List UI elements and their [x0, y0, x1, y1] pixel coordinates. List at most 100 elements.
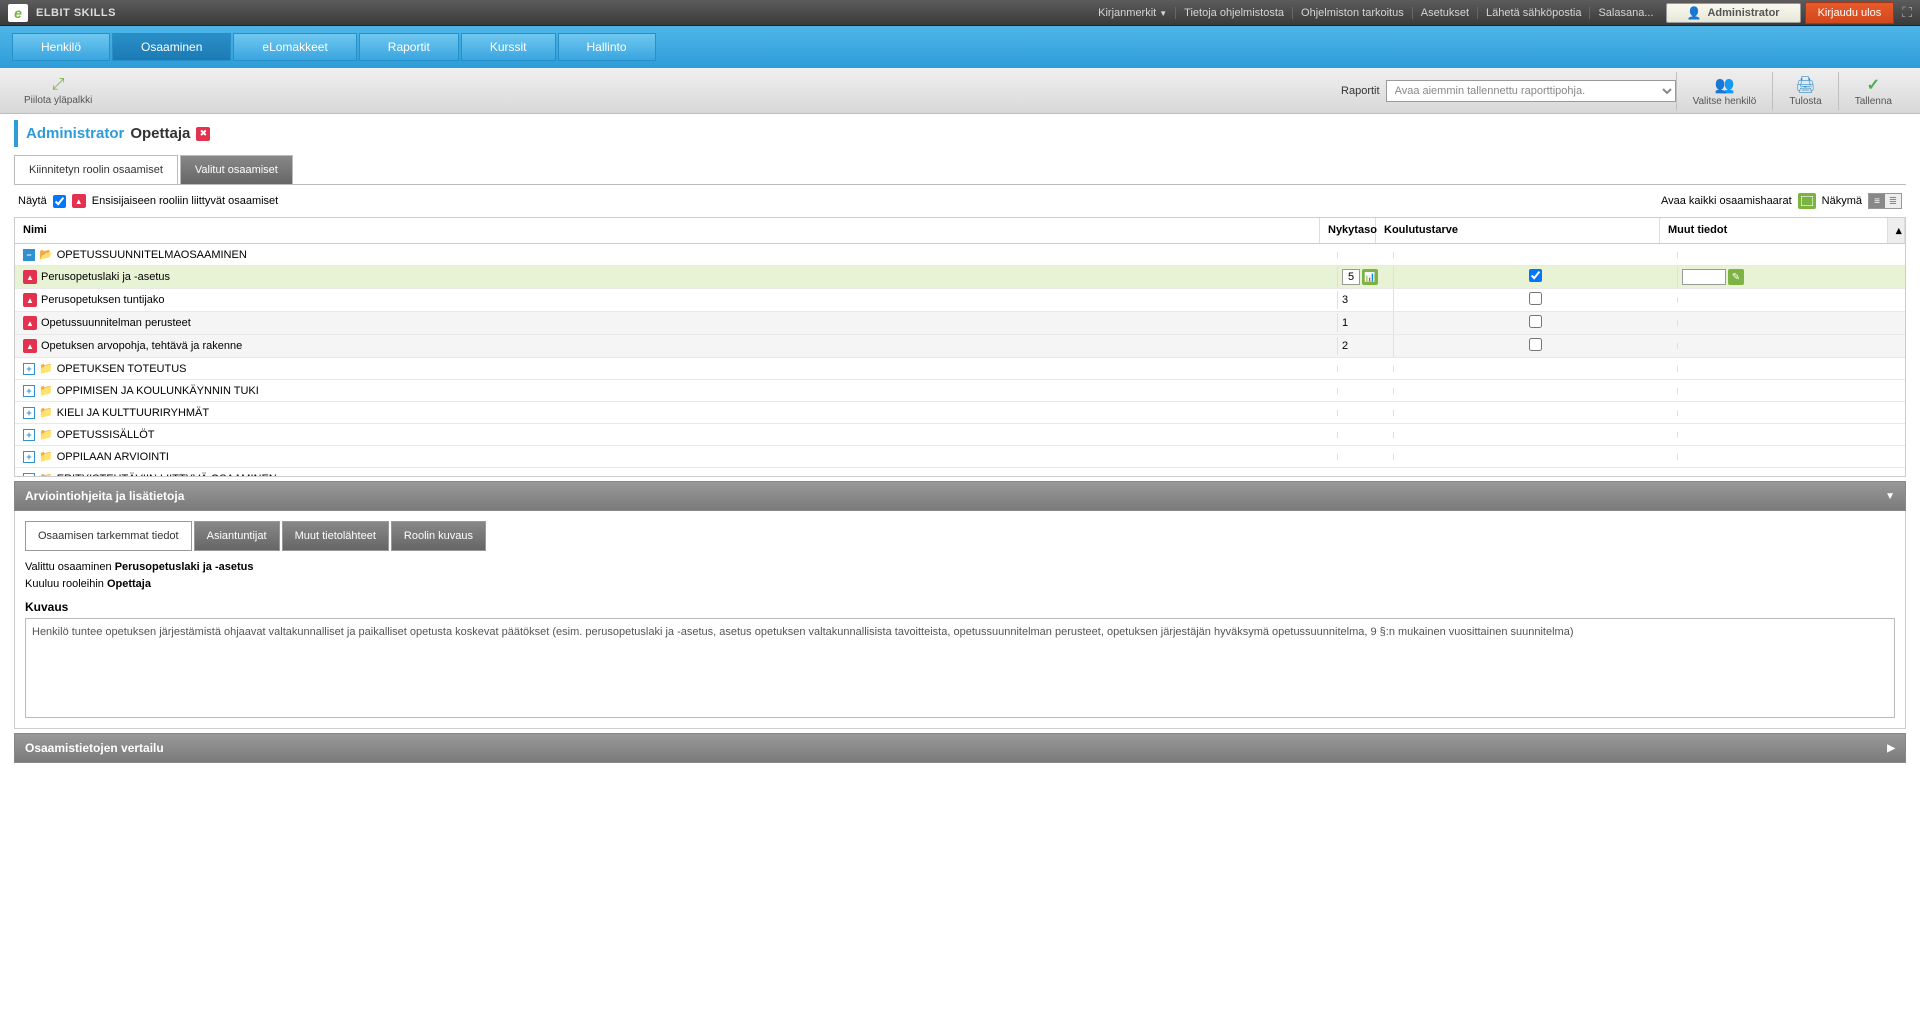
hide-topbar-label: Piilota yläpalkki	[24, 95, 92, 106]
panel-arviointi-header[interactable]: Arviointiohjeita ja lisätietoja ▼	[14, 481, 1906, 511]
view-list-icon[interactable]: ≡	[1869, 194, 1885, 208]
folder-icon: 📁	[39, 428, 53, 441]
item-badge-icon: ▲	[23, 316, 37, 330]
need-checkbox[interactable]	[1529, 269, 1542, 282]
expand-icon[interactable]: +	[23, 385, 35, 397]
link-password[interactable]: Salasana...	[1590, 7, 1661, 19]
tallenna-label: Tallenna	[1855, 96, 1892, 107]
expand-icon[interactable]: +	[23, 429, 35, 441]
item-label: Opetussuunnitelman perusteet	[41, 317, 191, 329]
expand-icon[interactable]: +	[23, 407, 35, 419]
panel-vertailu-header[interactable]: Osaamistietojen vertailu ▶	[14, 733, 1906, 763]
expand-icon[interactable]: +	[23, 473, 35, 477]
valitse-henkilo-label: Valitse henkilö	[1693, 96, 1757, 107]
tab-kurssit[interactable]: Kurssit	[461, 33, 556, 61]
level-value: 3	[1342, 294, 1348, 306]
chart-icon[interactable]: 📊	[1362, 269, 1378, 285]
tree-header: Nimi Nykytaso Koulutustarve Muut tiedot …	[15, 218, 1905, 244]
tree-body[interactable]: − 📂 OPETUSSUUNNITELMAOSAAMINEN ▲ Perusop…	[15, 244, 1905, 476]
tallenna-button[interactable]: ✓ Tallenna	[1838, 72, 1908, 110]
folder-open-icon: 📂	[39, 248, 53, 261]
raportit-select[interactable]: Avaa aiemmin tallennettu raporttipohja.	[1386, 80, 1676, 102]
selected-value: Perusopetuslaki ja -asetus	[115, 561, 254, 573]
tree-group-row[interactable]: − 📂 OPETUSSUUNNITELMAOSAAMINEN	[15, 244, 1905, 266]
tree-group-row[interactable]: +📁OPPIMISEN JA KOULUNKÄYNNIN TUKI	[15, 380, 1905, 402]
view-grid-icon[interactable]: ≣	[1885, 194, 1901, 208]
link-purpose[interactable]: Ohjelmiston tarkoitus	[1293, 7, 1413, 19]
collapse-icon: ⤢	[52, 76, 65, 94]
detail-tabs: Osaamisen tarkemmat tiedot Asiantuntijat…	[25, 521, 1895, 551]
col-koulutustarve: Koulutustarve	[1376, 218, 1660, 243]
col-nykytaso: Nykytaso	[1320, 218, 1376, 243]
app-title: ELBIT SKILLS	[36, 7, 116, 19]
tree-group-row[interactable]: + 📁 OPPILAAN ARVIOINTI	[15, 446, 1905, 468]
tree-item-row[interactable]: ▲ Opetuksen arvopohja, tehtävä ja rakenn…	[15, 335, 1905, 358]
item-label: Opetuksen arvopohja, tehtävä ja rakenne	[41, 340, 242, 352]
col-nimi: Nimi	[15, 218, 1320, 243]
tab-raportit[interactable]: Raportit	[359, 33, 459, 61]
need-checkbox[interactable]	[1529, 338, 1542, 351]
panel-title: Osaamistietojen vertailu	[25, 741, 164, 755]
need-checkbox[interactable]	[1529, 292, 1542, 305]
tab-henkilo[interactable]: Henkilö	[12, 33, 110, 61]
edit-icon[interactable]: ✎	[1728, 269, 1744, 285]
expand-icon[interactable]: +	[23, 451, 35, 463]
tab-detail[interactable]: Osaamisen tarkemmat tiedot	[25, 521, 192, 551]
fullscreen-icon[interactable]: ⛶	[1902, 4, 1912, 21]
group-label: OPPILAAN ARVIOINTI	[57, 451, 169, 463]
tab-experts[interactable]: Asiantuntijat	[194, 521, 280, 551]
tree-group-row[interactable]: +📁OPETUSSISÄLLÖT	[15, 424, 1905, 446]
tree-group-row[interactable]: +📁ERITYISTEHTÄVIIN LIITTYVÄ OSAAMINEN	[15, 468, 1905, 476]
tab-selected-competencies[interactable]: Valitut osaamiset	[180, 155, 293, 184]
collapse-icon[interactable]: −	[23, 249, 35, 261]
item-label: Perusopetuksen tuntijako	[41, 294, 165, 306]
tree-group-row[interactable]: +📁OPETUKSEN TOTEUTUS	[15, 358, 1905, 380]
folder-icon: 📁	[39, 450, 53, 463]
scroll-up-icon[interactable]: ▴	[1888, 218, 1905, 243]
chevron-down-icon: ▼	[1885, 491, 1895, 502]
tree-item-row[interactable]: ▲ Perusopetuslaki ja -asetus 📊 ✎	[15, 266, 1905, 289]
level-input[interactable]	[1342, 269, 1360, 285]
expand-icon[interactable]: +	[23, 363, 35, 375]
panel-arviointi: Arviointiohjeita ja lisätietoja ▼ Osaami…	[14, 481, 1906, 729]
page-admin-name[interactable]: Administrator	[26, 125, 124, 142]
item-label: Perusopetuslaki ja -asetus	[41, 271, 170, 283]
tab-elomakkeet[interactable]: eLomakkeet	[233, 33, 356, 61]
role-badge-icon[interactable]: ✖	[196, 127, 210, 141]
link-bookmarks[interactable]: Kirjanmerkit▼	[1090, 7, 1176, 19]
group-label: ERITYISTEHTÄVIIN LIITTYVÄ OSAAMINEN	[57, 473, 277, 477]
valitse-henkilo-button[interactable]: 👥 Valitse henkilö	[1676, 72, 1773, 110]
link-about[interactable]: Tietoja ohjelmistosta	[1176, 7, 1293, 19]
panel-arviointi-body: Osaamisen tarkemmat tiedot Asiantuntijat…	[14, 511, 1906, 729]
logout-button[interactable]: Kirjaudu ulos	[1805, 2, 1895, 24]
tab-hallinto[interactable]: Hallinto	[558, 33, 656, 61]
folder-icon: 📁	[39, 362, 53, 375]
hide-topbar-button[interactable]: ⤢ Piilota yläpalkki	[12, 76, 104, 106]
need-checkbox[interactable]	[1529, 315, 1542, 328]
item-badge-icon: ▲	[23, 339, 37, 353]
tab-roledesc[interactable]: Roolin kuvaus	[391, 521, 486, 551]
tulosta-button[interactable]: 🖨 Tulosta	[1772, 72, 1837, 110]
page-body: Administrator Opettaja ✖ Kiinnitetyn roo…	[0, 114, 1920, 769]
top-bar: e ELBIT SKILLS Kirjanmerkit▼ Tietoja ohj…	[0, 0, 1920, 26]
tree-group-row[interactable]: +📁KIELI JA KULTTUURIRYHMÄT	[15, 402, 1905, 424]
item-badge-icon: ▲	[23, 270, 37, 284]
other-input[interactable]	[1682, 269, 1726, 285]
nayta-label: Näytä	[18, 195, 47, 207]
tab-pinned-competencies[interactable]: Kiinnitetyn roolin osaamiset	[14, 155, 178, 184]
chevron-right-icon: ▶	[1887, 743, 1895, 754]
save-icon: ✓	[1867, 75, 1880, 95]
tree-item-row[interactable]: ▲ Perusopetuksen tuntijako 3	[15, 289, 1905, 312]
group-label: KIELI JA KULTTUURIRYHMÄT	[57, 407, 209, 419]
print-icon: 🖨	[1795, 75, 1815, 95]
admin-badge[interactable]: 👤 Administrator	[1666, 3, 1801, 23]
view-toggle[interactable]: ≡ ≣	[1868, 193, 1902, 209]
link-email[interactable]: Lähetä sähköpostia	[1478, 7, 1590, 19]
tab-sources[interactable]: Muut tietolähteet	[282, 521, 389, 551]
open-all-button[interactable]	[1798, 193, 1816, 209]
link-settings[interactable]: Asetukset	[1413, 7, 1478, 19]
tree-item-row[interactable]: ▲ Opetussuunnitelman perusteet 1	[15, 312, 1905, 335]
nayta-checkbox[interactable]	[53, 195, 66, 208]
app-logo: e	[8, 4, 28, 22]
tab-osaaminen[interactable]: Osaaminen	[112, 33, 231, 61]
